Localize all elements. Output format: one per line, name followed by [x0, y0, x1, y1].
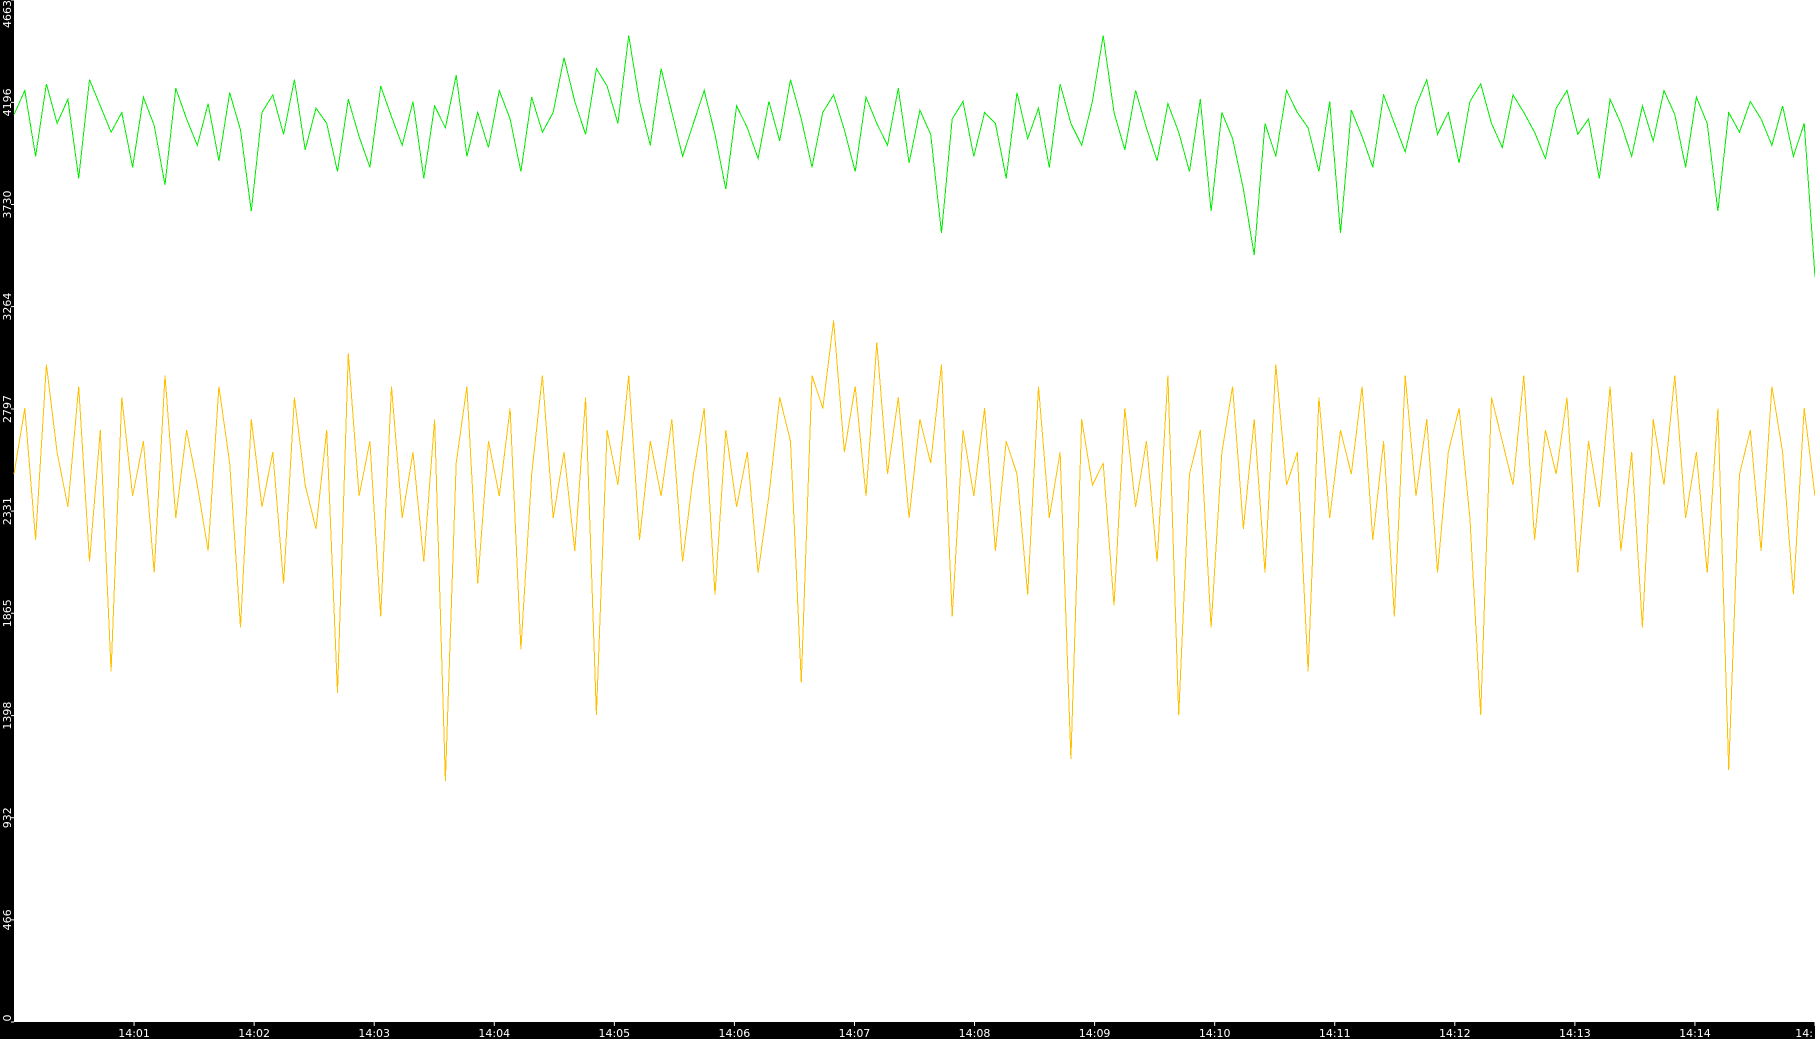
y-tick-label: 0: [1, 1015, 14, 1022]
y-tick-label: 2797: [1, 395, 14, 423]
y-tick-label: 932: [1, 807, 14, 828]
y-tick-label: 4196: [1, 88, 14, 116]
x-tick-label: 14:05: [598, 1027, 630, 1039]
x-tick-label: 14:10: [1199, 1027, 1231, 1039]
x-tick-label: 14:: [1795, 1027, 1813, 1039]
x-tick-label: 14:07: [839, 1027, 871, 1039]
y-tick-label: 4663: [1, 0, 14, 28]
x-tick-label: 14:06: [719, 1027, 751, 1039]
y-tick-label: 466: [1, 909, 14, 930]
y-tick-label: 3730: [1, 190, 14, 218]
chart-container: 0 466 932 1398 1865 2331 2797 3264 3730 4196 4663 …: [0, 0, 1815, 1039]
x-tick-label: 14:04: [478, 1027, 510, 1039]
y-tick-label: 1398: [1, 702, 14, 730]
x-tick-label: 14:01: [118, 1027, 150, 1039]
x-tick-label: 14:09: [1079, 1027, 1111, 1039]
y-tick-label: 2331: [1, 497, 14, 525]
y-tick-label: 1865: [1, 599, 14, 627]
x-tick-label: 14:14: [1679, 1027, 1711, 1039]
x-tick-label: 14:11: [1319, 1027, 1351, 1039]
x-tick-label: 14:13: [1559, 1027, 1591, 1039]
x-tick-label: 14:12: [1439, 1027, 1471, 1039]
x-tick-label: 14:02: [238, 1027, 270, 1039]
x-axis: 14:01 14:02 14:03 14:04 14:05 14:06 14:07 14:08…: [118, 1022, 1815, 1039]
x-tick-label: 14:08: [959, 1027, 991, 1039]
x-tick-label: 14:03: [358, 1027, 390, 1039]
y-axis: 0 466 932 1398 1865 2331 2797 3264 3730 4196 4663: [1, 0, 14, 1023]
y-tick-label: 3264: [1, 293, 14, 321]
line-chart: 046693213981865233127973264373041964663 …: [1, 0, 1815, 1039]
plot-area: [14, 0, 1815, 1022]
